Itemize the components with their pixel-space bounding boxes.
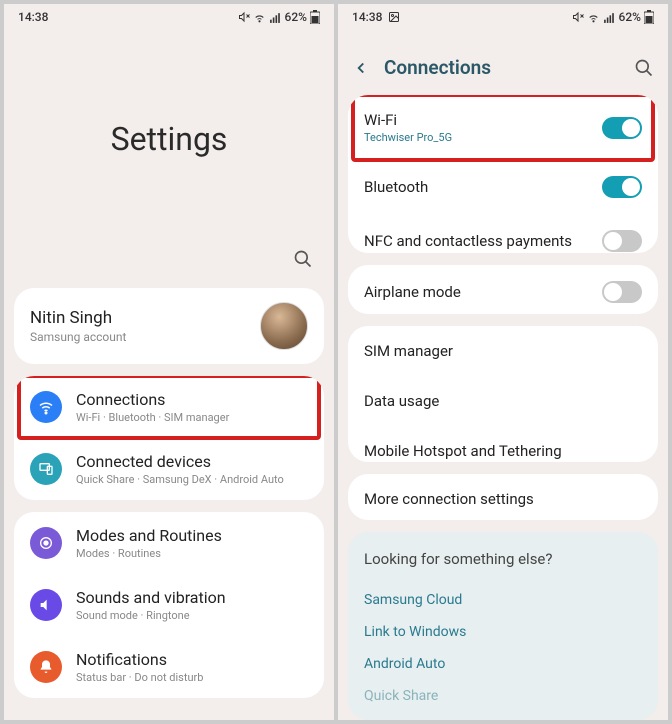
battery-percent: 62% <box>619 10 641 24</box>
conn-group-2: Airplane mode <box>348 265 658 314</box>
conn-group-1: Wi-Fi Techwiser Pro_5G Bluetooth NFC and… <box>348 95 658 253</box>
samsung-account-card[interactable]: Nitin Singh Samsung account <box>14 288 324 364</box>
setting-title: Sounds and vibration <box>76 588 308 607</box>
devices-icon <box>30 453 62 485</box>
conn-more-settings[interactable]: More connection settings <box>348 474 658 520</box>
status-time: 14:38 <box>18 10 48 24</box>
search-button[interactable] <box>634 58 654 78</box>
suggest-link-link-to-windows[interactable]: Link to Windows <box>364 616 642 648</box>
back-button[interactable] <box>352 58 372 78</box>
connections-screen: 14:38 62% Connections Wi-Fi Techwiser Pr… <box>338 4 668 720</box>
conn-title: Data usage <box>364 392 439 410</box>
suggestions-block: Looking for something else? Samsung Clou… <box>348 532 658 720</box>
suggest-link-quick-share[interactable]: Quick Share <box>364 680 642 712</box>
status-indicators: 62% <box>572 10 654 24</box>
setting-title: Modes and Routines <box>76 526 308 545</box>
setting-sub: Quick Share · Samsung DeX · Android Auto <box>76 473 308 486</box>
account-sub: Samsung account <box>30 330 126 344</box>
status-bar: 14:38 62% <box>4 4 334 30</box>
conn-nfc[interactable]: NFC and contactless payments <box>348 214 658 253</box>
wifi-toggle[interactable] <box>602 117 642 139</box>
battery-icon <box>644 10 654 24</box>
conn-title: Mobile Hotspot and Tethering <box>364 442 562 460</box>
suggest-link-android-auto[interactable]: Android Auto <box>364 648 642 680</box>
setting-connections[interactable]: Connections Wi-Fi · Bluetooth · SIM mana… <box>14 376 324 438</box>
setting-title: Notifications <box>76 650 308 669</box>
settings-group-2: Modes and Routines Modes · Routines Soun… <box>14 512 324 698</box>
bell-icon <box>30 651 62 683</box>
setting-title: Connected devices <box>76 452 308 471</box>
setting-sub: Sound mode · Ringtone <box>76 609 308 622</box>
conn-sub: Techwiser Pro_5G <box>364 131 452 144</box>
suggest-link-samsung-cloud[interactable]: Samsung Cloud <box>364 584 642 616</box>
suggestions-title: Looking for something else? <box>364 550 642 568</box>
wifi-icon <box>587 11 600 24</box>
setting-sub: Status bar · Do not disturb <box>76 671 308 684</box>
status-bar: 14:38 62% <box>338 4 668 30</box>
screenshot-icon <box>388 11 400 23</box>
battery-percent: 62% <box>285 10 307 24</box>
conn-group-4: More connection settings <box>348 474 658 520</box>
nfc-toggle[interactable] <box>602 230 642 252</box>
airplane-toggle[interactable] <box>602 281 642 303</box>
conn-airplane[interactable]: Airplane mode <box>348 265 658 314</box>
signal-icon <box>269 11 282 24</box>
modes-icon <box>30 527 62 559</box>
conn-title: NFC and contactless payments <box>364 232 572 250</box>
conn-bluetooth[interactable]: Bluetooth <box>348 160 658 214</box>
setting-modes-routines[interactable]: Modes and Routines Modes · Routines <box>14 512 324 574</box>
status-time: 14:38 <box>352 10 382 24</box>
conn-sim[interactable]: SIM manager <box>348 326 658 376</box>
setting-sub: Modes · Routines <box>76 547 308 560</box>
settings-group-1: Connections Wi-Fi · Bluetooth · SIM mana… <box>14 376 324 500</box>
conn-title: SIM manager <box>364 342 453 360</box>
page-title: Settings <box>4 30 334 248</box>
conn-title: Bluetooth <box>364 178 428 196</box>
conn-title: More connection settings <box>364 490 534 508</box>
battery-icon <box>310 10 320 24</box>
setting-sub: Wi-Fi · Bluetooth · SIM manager <box>76 411 308 424</box>
setting-connected-devices[interactable]: Connected devices Quick Share · Samsung … <box>14 438 324 500</box>
header-title: Connections <box>384 56 622 79</box>
sound-icon <box>30 589 62 621</box>
setting-notifications[interactable]: Notifications Status bar · Do not distur… <box>14 636 324 698</box>
setting-sounds[interactable]: Sounds and vibration Sound mode · Ringto… <box>14 574 324 636</box>
account-name: Nitin Singh <box>30 308 126 328</box>
status-indicators: 62% <box>238 10 320 24</box>
conn-title: Wi-Fi <box>364 111 452 129</box>
mute-icon <box>572 11 584 23</box>
setting-title: Connections <box>76 390 308 409</box>
wifi-icon <box>253 11 266 24</box>
conn-hotspot[interactable]: Mobile Hotspot and Tethering <box>348 426 658 463</box>
conn-data-usage[interactable]: Data usage <box>348 376 658 426</box>
bluetooth-toggle[interactable] <box>602 176 642 198</box>
signal-icon <box>603 11 616 24</box>
mute-icon <box>238 11 250 23</box>
conn-title: Airplane mode <box>364 283 461 301</box>
search-button[interactable] <box>292 248 314 270</box>
conn-group-3: SIM manager Data usage Mobile Hotspot an… <box>348 326 658 463</box>
wifi-icon <box>30 391 62 423</box>
avatar[interactable] <box>260 302 308 350</box>
header: Connections <box>338 30 668 95</box>
conn-wifi[interactable]: Wi-Fi Techwiser Pro_5G <box>348 95 658 160</box>
settings-screen: 14:38 62% Settings Nitin Singh Samsung a… <box>4 4 334 720</box>
